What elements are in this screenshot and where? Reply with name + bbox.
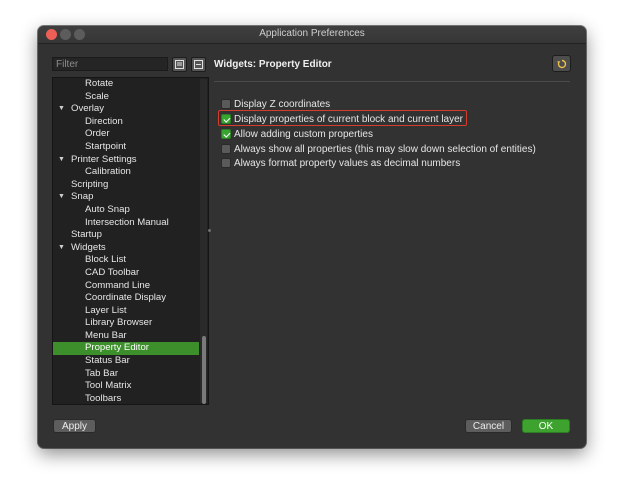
reset-icon	[556, 59, 566, 69]
tree-item[interactable]: Startpoint	[53, 141, 208, 154]
reset-button[interactable]	[552, 55, 571, 72]
panel-title: Widgets: Property Editor	[214, 59, 332, 70]
tree-item-label: Tab Bar	[85, 367, 119, 379]
tree-item-label: Command Line	[85, 279, 151, 291]
tree-item-label: Layer List	[85, 304, 127, 316]
tree-item-label: Widgets	[71, 241, 106, 253]
apply-button[interactable]: Apply	[53, 419, 96, 433]
checkbox-unchecked[interactable]	[221, 144, 231, 154]
tree-item[interactable]: Property Editor	[53, 342, 199, 356]
tree-item[interactable]: Scripting	[53, 179, 208, 192]
option-label: Display properties of current block and …	[234, 114, 463, 125]
expand-all-button[interactable]	[172, 57, 187, 72]
tree-item[interactable]: Tab Bar	[53, 368, 208, 381]
tree-item[interactable]: ▼ Snap	[53, 191, 208, 204]
cancel-button[interactable]: Cancel	[465, 419, 512, 433]
tree-item-label: Startup	[71, 229, 102, 241]
option-label: Display Z coordinates	[234, 99, 331, 110]
tree-item-label: Snap	[71, 191, 94, 203]
tree-item[interactable]: Layer List	[53, 305, 208, 318]
tree-item-label: Block List	[85, 254, 127, 266]
tree-item-label: Intersection Manual	[85, 216, 169, 228]
tree-item-label: Coordinate Display	[85, 292, 167, 304]
option-label: Allow adding custom properties	[234, 129, 373, 140]
option-checkbox-row[interactable]: Display Z coordinates	[221, 98, 330, 111]
tree-item[interactable]: ▼ Overlay	[53, 103, 208, 116]
tree-item[interactable]: Menu Bar	[53, 330, 208, 343]
tree-item-label: Library Browser	[85, 317, 153, 329]
preferences-window: Application Preferences RotateScale ▼ Over…	[38, 26, 586, 448]
tree-item-label: Startpoint	[85, 140, 127, 152]
tree-item-label: Status Bar	[85, 355, 130, 367]
tree-item[interactable]: Intersection Manual	[53, 217, 208, 230]
tree-item[interactable]: Block List	[53, 254, 208, 267]
disclosure-arrow-icon[interactable]: ▼	[58, 191, 65, 204]
option-checkbox-row[interactable]: Always format property values as decimal…	[221, 157, 460, 170]
tree-item-label: Auto Snap	[85, 203, 130, 215]
disclosure-arrow-icon[interactable]: ▼	[58, 103, 65, 116]
tree-item-label: Printer Settings	[71, 153, 137, 165]
title-bar: Application Preferences	[38, 26, 586, 44]
collapse-all-icon	[194, 60, 203, 69]
option-checkbox-row[interactable]: Always show all properties (this may slo…	[221, 143, 536, 156]
tree-item-label: Direction	[85, 115, 123, 127]
tree-item[interactable]: Status Bar	[53, 355, 208, 368]
ok-button[interactable]: OK	[522, 419, 570, 433]
disclosure-arrow-icon[interactable]: ▼	[58, 154, 65, 167]
tree-scrollbar-thumb[interactable]	[202, 336, 206, 404]
tree-item-label: Menu Bar	[85, 329, 127, 341]
tree-item-label: Order	[85, 128, 110, 140]
tree-item[interactable]: Auto Snap	[53, 204, 208, 217]
tree-item-label: Property Editor	[85, 342, 149, 354]
disclosure-arrow-icon[interactable]: ▼	[58, 242, 65, 255]
panel-separator	[214, 81, 570, 82]
tree-item[interactable]: Direction	[53, 116, 208, 129]
tree-item-label: Toolbars	[85, 392, 122, 404]
filter-input[interactable]	[52, 57, 168, 71]
tree-item[interactable]: Calibration	[53, 166, 208, 179]
tree-item[interactable]: ▼ Printer Settings	[53, 154, 208, 167]
tree-item[interactable]: Library Browser	[53, 317, 208, 330]
tree-item[interactable]: Tool Matrix	[53, 380, 208, 393]
tree-item[interactable]: ▼ Widgets	[53, 242, 208, 255]
pane-splitter-handle[interactable]	[208, 229, 211, 232]
checkbox-checked[interactable]	[221, 114, 231, 124]
tree-item[interactable]: Command Line	[53, 280, 208, 293]
tree-item[interactable]: Scale	[53, 91, 208, 104]
category-tree[interactable]: Rotate Scale ▼ Overlay Direction Order Startpo…	[52, 77, 209, 405]
tree-item[interactable]: Startup	[53, 229, 208, 242]
collapse-all-button[interactable]	[191, 57, 206, 72]
tree-item[interactable]: CAD Toolbar	[53, 267, 208, 280]
tree-item[interactable]: Coordinate Display	[53, 292, 208, 305]
tree-item-label: Scripting	[71, 178, 109, 190]
checkbox-unchecked[interactable]	[221, 158, 231, 168]
tree-item[interactable]: Rotate	[53, 78, 208, 91]
checkbox-unchecked[interactable]	[221, 99, 231, 109]
expand-all-icon	[175, 60, 184, 69]
checkbox-checked[interactable]	[221, 129, 231, 139]
option-label: Always format property values as decimal…	[234, 158, 461, 169]
tree-item[interactable]: Order	[53, 128, 208, 141]
tree-item-label: Rotate	[85, 78, 114, 89]
tree-item-label: Calibration	[85, 166, 131, 178]
tree-item-label: CAD Toolbar	[85, 266, 140, 278]
tree-item[interactable]: Toolbars	[53, 392, 208, 404]
option-checkbox-row[interactable]: Allow adding custom properties	[221, 128, 373, 141]
window-title: Application Preferences	[259, 28, 365, 39]
option-checkbox-row[interactable]: Display properties of current block and …	[221, 113, 463, 126]
tree-item-label: Overlay	[71, 103, 105, 115]
option-label: Always show all properties (this may slo…	[234, 144, 536, 155]
tree-item-label: Scale	[85, 90, 109, 102]
tree-item-label: Tool Matrix	[85, 380, 132, 392]
